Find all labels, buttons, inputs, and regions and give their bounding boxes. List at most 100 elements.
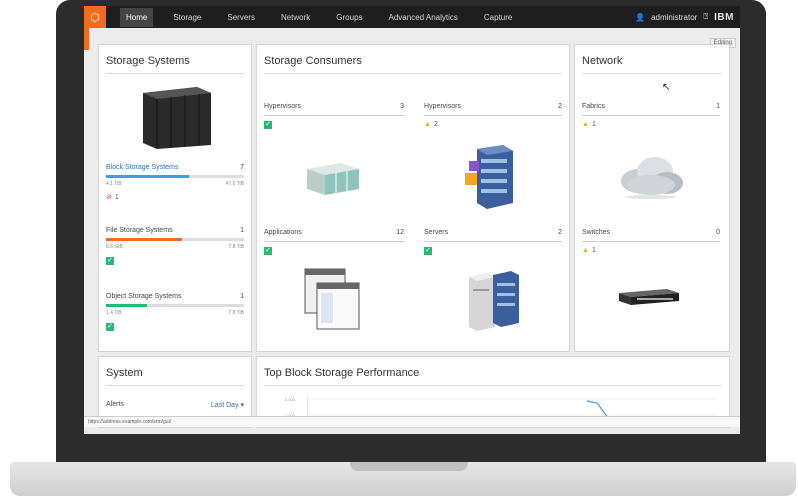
- row-divider: [582, 241, 720, 242]
- block-error-count: 1: [114, 194, 119, 201]
- switches-warning: ▲ 1: [582, 247, 596, 254]
- performance-title: Top Block Storage Performance: [264, 367, 420, 379]
- app-logo-icon[interactable]: ⬡: [84, 6, 106, 28]
- object-total: 7.8 TiB: [228, 310, 244, 316]
- storage-systems-panel: Storage Systems Block Storage Systems 7 …: [98, 44, 252, 352]
- hypervisors-a-row[interactable]: Hypervisors 3: [264, 103, 404, 110]
- file-storage-label[interactable]: File Storage Systems: [106, 227, 173, 234]
- switches-row[interactable]: Switches 0: [582, 229, 720, 236]
- fabrics-count: 1: [716, 103, 720, 110]
- user-menu[interactable]: administrator: [651, 13, 697, 22]
- hypervisors-a-count: 3: [400, 103, 404, 110]
- object-storage-count: 1: [240, 293, 244, 300]
- fabrics-label[interactable]: Fabrics: [582, 103, 605, 110]
- alerts-range-dropdown[interactable]: Last Day ▾: [211, 401, 244, 409]
- nav-item-servers[interactable]: Servers: [221, 8, 261, 27]
- mouse-cursor-icon: ↖: [662, 82, 671, 93]
- nav-right: 👤 administrator ⍰ IBM: [635, 6, 734, 28]
- hypervisor-server-icon: [465, 145, 513, 209]
- application-windows-icon: [304, 268, 360, 330]
- hypervisors-b-row[interactable]: Hypervisors 2: [424, 103, 562, 110]
- error-icon: ⊘: [106, 194, 112, 201]
- applications-row[interactable]: Applications 12: [264, 229, 404, 236]
- panel-divider: [106, 73, 244, 74]
- storage-cubes-icon: [307, 163, 359, 195]
- object-storage-row[interactable]: Object Storage Systems 1: [106, 293, 244, 300]
- hypervisors-b-count: 2: [558, 103, 562, 110]
- alerts-row: Alerts Last Day ▾: [106, 401, 244, 409]
- cloud-icon: [621, 157, 683, 199]
- applications-count: 12: [396, 229, 404, 236]
- block-error-status: ⊘ 1: [106, 193, 119, 201]
- file-storage-row[interactable]: File Storage Systems 1: [106, 227, 244, 234]
- file-total: 7.8 TiB: [228, 244, 244, 250]
- row-divider: [264, 115, 404, 116]
- block-storage-label[interactable]: Block Storage Systems: [106, 164, 178, 171]
- network-panel: Network Fabrics 1 ▲ 1 Switches 0 ▲ 1: [574, 44, 730, 352]
- block-used: 4.1 TiB: [106, 181, 122, 187]
- laptop-notch: [350, 462, 468, 471]
- block-storage-row[interactable]: Block Storage Systems 7: [106, 164, 244, 171]
- storage-consumers-panel: Storage Consumers Hypervisors 3 ✓ Hyperv…: [256, 44, 570, 352]
- help-icon[interactable]: ⍰: [703, 12, 708, 22]
- file-storage-count: 1: [240, 227, 244, 234]
- brand-logo: IBM: [714, 11, 734, 23]
- file-capacity-bar: [106, 238, 244, 241]
- row-divider: [424, 115, 562, 116]
- top-nav: ⬡ Home Storage Servers Network Groups Ad…: [84, 6, 740, 28]
- panel-divider: [106, 385, 244, 386]
- object-capacity-bar: [106, 304, 244, 307]
- object-used: 1.4 TiB: [106, 310, 122, 316]
- block-storage-count: 7: [240, 164, 244, 171]
- object-capacity-fill: [106, 304, 148, 307]
- performance-y-top: 2,000: [285, 397, 296, 402]
- servers-ok-icon: ✓: [424, 247, 432, 255]
- fabrics-row[interactable]: Fabrics 1: [582, 103, 720, 110]
- file-ok-icon: ✓: [106, 257, 114, 265]
- block-capacity-bar: [106, 175, 244, 178]
- alerts-label: Alerts: [106, 401, 124, 408]
- object-storage-label[interactable]: Object Storage Systems: [106, 293, 181, 300]
- network-title: Network: [582, 55, 623, 67]
- hypervisors-a-ok-icon: ✓: [264, 121, 272, 129]
- status-url: https://address.example.com/srm/gui/: [88, 419, 172, 425]
- row-divider: [424, 241, 562, 242]
- hypervisors-b-warn-count: 2: [433, 121, 438, 128]
- storage-consumers-title: Storage Consumers: [264, 55, 362, 67]
- nav-item-advanced-analytics[interactable]: Advanced Analytics: [383, 8, 464, 27]
- applications-ok-icon: ✓: [264, 247, 272, 255]
- file-used: 8.6 GiB: [106, 244, 123, 250]
- nav-item-groups[interactable]: Groups: [330, 8, 368, 27]
- laptop-base: [10, 462, 796, 496]
- applications-label[interactable]: Applications: [264, 229, 302, 236]
- screen: ⬡ Home Storage Servers Network Groups Ad…: [84, 6, 740, 434]
- hypervisors-b-label[interactable]: Hypervisors: [424, 103, 461, 110]
- system-title: System: [106, 367, 143, 379]
- hypervisors-a-label[interactable]: Hypervisors: [264, 103, 301, 110]
- fabrics-warn-count: 1: [591, 121, 596, 128]
- servers-label[interactable]: Servers: [424, 229, 448, 236]
- nav-item-storage[interactable]: Storage: [167, 8, 207, 27]
- nav-item-capture[interactable]: Capture: [478, 8, 518, 27]
- block-capacity-fill: [106, 175, 189, 178]
- file-capacity-fill: [106, 238, 182, 241]
- panel-divider: [264, 73, 562, 74]
- switches-label[interactable]: Switches: [582, 229, 610, 236]
- network-switch-icon: [619, 289, 679, 305]
- switches-count: 0: [716, 229, 720, 236]
- panel-divider: [582, 73, 722, 74]
- storage-systems-title: Storage Systems: [106, 55, 190, 67]
- status-url-bar: https://address.example.com/srm/gui/: [84, 416, 740, 427]
- object-ok-icon: ✓: [106, 323, 114, 331]
- row-divider: [264, 241, 404, 242]
- panel-divider: [264, 385, 722, 386]
- servers-count: 2: [558, 229, 562, 236]
- nav-item-network[interactable]: Network: [275, 8, 316, 27]
- switches-warn-count: 1: [591, 247, 596, 254]
- active-page-indicator: [84, 28, 89, 50]
- servers-row[interactable]: Servers 2: [424, 229, 562, 236]
- storage-rack-icon: [143, 87, 211, 149]
- user-icon: 👤: [635, 12, 646, 22]
- hypervisors-b-warning: ▲ 2: [424, 121, 438, 128]
- nav-item-home[interactable]: Home: [120, 7, 154, 27]
